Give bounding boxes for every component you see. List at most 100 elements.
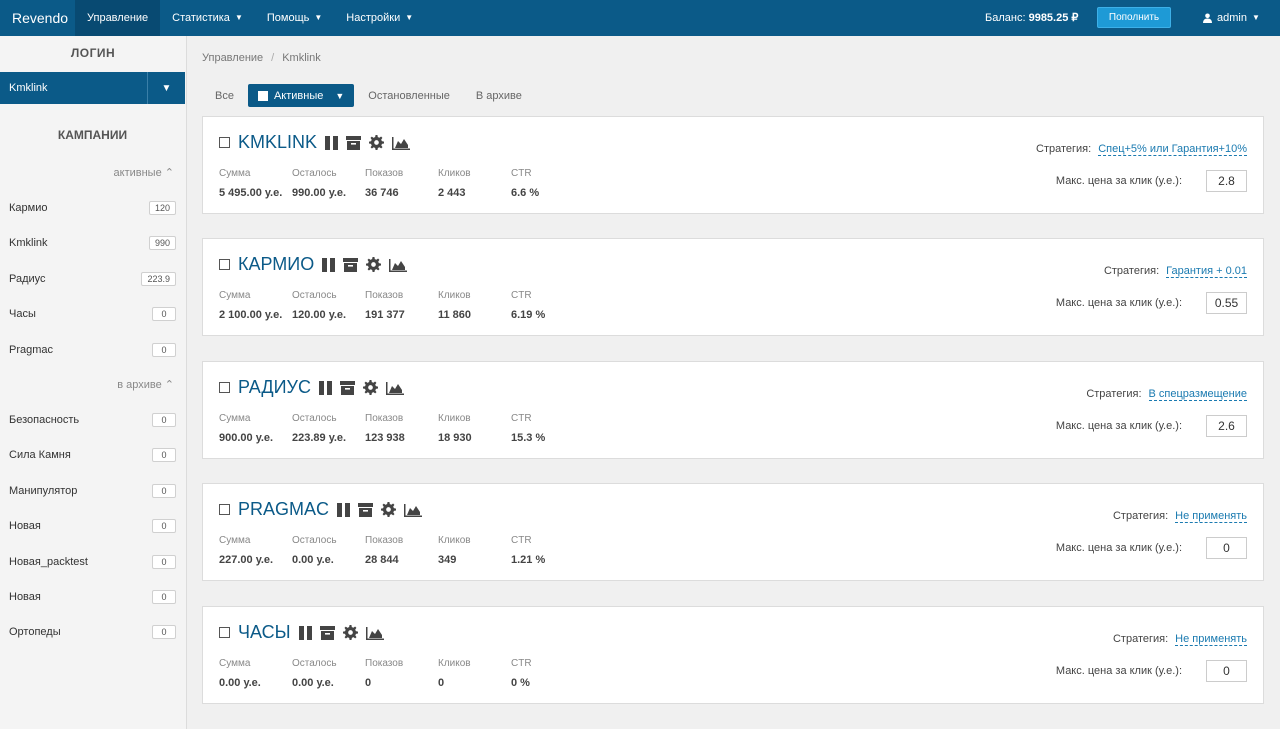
gear-icon[interactable] <box>381 502 397 517</box>
sidebar-campaign-item[interactable]: Новая 0 <box>0 511 185 541</box>
tab-active[interactable]: Активные ▼ <box>247 84 355 107</box>
campaign-stat: Кликов 11 860 <box>438 290 511 321</box>
sidebar-campaign-item[interactable]: Кармио 120 <box>0 193 185 223</box>
pause-icon[interactable] <box>322 257 336 272</box>
archive-icon[interactable] <box>319 625 335 640</box>
stat-label: CTR <box>511 535 532 546</box>
pause-icon[interactable] <box>337 502 351 517</box>
sidebar-campaign-item[interactable]: Радиус 223.9 <box>0 264 185 294</box>
stat-label: CTR <box>511 168 532 179</box>
gear-icon[interactable] <box>366 257 382 272</box>
tab-all[interactable]: Все <box>202 90 247 102</box>
chart-icon[interactable] <box>404 503 423 517</box>
max-price-input[interactable]: 0 <box>1206 537 1247 559</box>
nav-settings[interactable]: Настройки ▼ <box>334 0 425 36</box>
gear-icon[interactable] <box>342 625 358 640</box>
chevron-down-icon: ▼ <box>1251 13 1260 22</box>
sidebar-campaign-item[interactable]: Сила Камня 0 <box>0 440 185 470</box>
pause-icon[interactable] <box>325 135 339 150</box>
campaign-stat: Показов 123 938 <box>365 413 438 444</box>
nav-manage-label: Управление <box>87 12 149 24</box>
campaign-stat: CTR 0 % <box>511 658 584 689</box>
topup-button[interactable]: Пополнить <box>1097 7 1171 28</box>
chart-icon[interactable] <box>392 136 411 150</box>
login-select[interactable]: Kmklink ▼ <box>0 72 185 104</box>
chevron-down-icon: ▼ <box>405 13 414 22</box>
pause-icon[interactable] <box>318 380 332 395</box>
stat-label: Осталось <box>292 658 337 669</box>
chart-icon[interactable] <box>389 258 408 272</box>
sidebar-campaign-item[interactable]: Новая_packtest 0 <box>0 547 185 577</box>
max-price-input[interactable]: 0.55 <box>1206 292 1247 314</box>
gear-icon[interactable] <box>362 380 378 395</box>
campaign-checkbox[interactable] <box>219 627 230 638</box>
archive-icon[interactable] <box>358 502 374 517</box>
campaign-checkbox[interactable] <box>219 504 230 515</box>
campaign-stat: Осталось 120.00 у.е. <box>292 290 365 321</box>
strategy-link[interactable]: В спецразмещение <box>1148 388 1247 401</box>
balance-label: Баланс: <box>985 12 1026 24</box>
campaign-name[interactable]: PRAGMAC <box>238 499 329 520</box>
user-menu[interactable]: admin ▼ <box>1203 0 1260 36</box>
stat-value: 2 443 <box>438 187 466 199</box>
strategy-link[interactable]: Спец+5% или Гарантия+10% <box>1098 143 1247 156</box>
tab-archive[interactable]: В архиве <box>463 90 535 102</box>
campaign-checkbox[interactable] <box>219 382 230 393</box>
max-price-input[interactable]: 0 <box>1206 660 1247 682</box>
stat-value: 28 844 <box>365 554 399 566</box>
nav-statistics[interactable]: Статистика ▼ <box>160 0 255 36</box>
chart-icon[interactable] <box>385 381 404 395</box>
strategy-link[interactable]: Не применять <box>1175 633 1247 646</box>
stat-value: 990.00 у.е. <box>292 187 347 199</box>
pause-icon[interactable] <box>298 625 312 640</box>
breadcrumb: Управление / Kmklink <box>202 52 321 64</box>
campaign-name[interactable]: ЧАСЫ <box>238 622 291 643</box>
sidebar-campaign-item[interactable]: Kmklink 990 <box>0 228 185 258</box>
stat-value: 5 495.00 у.е. <box>219 187 283 199</box>
stat-value: 0 <box>438 677 445 689</box>
sidebar-campaign-item[interactable]: Безопасность 0 <box>0 405 185 435</box>
gear-icon[interactable] <box>369 135 385 150</box>
group-archive-toggle[interactable]: в архиве ⌃ <box>117 378 174 391</box>
campaign-name[interactable]: РАДИУС <box>238 377 311 398</box>
max-price-input[interactable]: 2.8 <box>1206 170 1247 192</box>
max-price-input[interactable]: 2.6 <box>1206 415 1247 437</box>
archive-icon[interactable] <box>343 257 359 272</box>
nav-help-label: Помощь <box>266 12 310 24</box>
strategy-link[interactable]: Не применять <box>1175 510 1247 523</box>
strategy-link[interactable]: Гарантия + 0.01 <box>1166 265 1247 278</box>
sidebar-campaign-item[interactable]: Pragmac 0 <box>0 335 185 365</box>
login-select-value: Kmklink <box>9 82 48 94</box>
campaign-checkbox[interactable] <box>219 259 230 270</box>
max-price: Макс. цена за клик (у.е.): 0 <box>1056 660 1247 682</box>
sidebar-campaign-badge: 223.9 <box>141 271 176 286</box>
chevron-down-icon[interactable]: ▼ <box>147 72 185 104</box>
nav-manage[interactable]: Управление <box>75 0 161 36</box>
group-active-label: активные <box>113 167 162 179</box>
tab-stopped[interactable]: Остановленные <box>355 90 463 102</box>
user-icon <box>1203 13 1212 23</box>
stat-value: 36 746 <box>365 187 399 199</box>
sidebar-campaign-item[interactable]: Ортопеды 0 <box>0 617 185 647</box>
campaign-checkbox[interactable] <box>219 137 230 148</box>
nav-help[interactable]: Помощь ▼ <box>255 0 334 36</box>
campaigns-heading: КАМПАНИИ <box>57 128 128 142</box>
sidebar-campaign-item[interactable]: Манипулятор 0 <box>0 476 185 506</box>
sidebar-campaign-name: Новая_packtest <box>9 555 88 568</box>
campaign-name[interactable]: КАРМИО <box>238 254 314 275</box>
group-archive-label: в архиве <box>117 379 162 391</box>
archive-icon[interactable] <box>346 135 362 150</box>
sidebar-campaign-item[interactable]: Новая 0 <box>0 582 185 612</box>
group-active-toggle[interactable]: активные ⌃ <box>114 166 174 179</box>
sidebar-campaign-item[interactable]: Часы 0 <box>0 299 185 329</box>
breadcrumb-manage[interactable]: Управление <box>202 52 263 64</box>
campaign-stats: Сумма 227.00 у.е. Осталось 0.00 у.е. Показов… <box>219 535 584 566</box>
campaign-stat: Показов 191 377 <box>365 290 438 321</box>
stat-label: Показов <box>365 413 404 424</box>
stat-label: Кликов <box>438 535 471 546</box>
campaign-stats: Сумма 5 495.00 у.е. Осталось 990.00 у.е. Пок… <box>219 168 584 199</box>
brand-logo[interactable]: Revendo <box>0 0 75 36</box>
campaign-name[interactable]: KMKLINK <box>238 132 317 153</box>
archive-icon[interactable] <box>339 380 355 395</box>
chart-icon[interactable] <box>365 626 384 640</box>
